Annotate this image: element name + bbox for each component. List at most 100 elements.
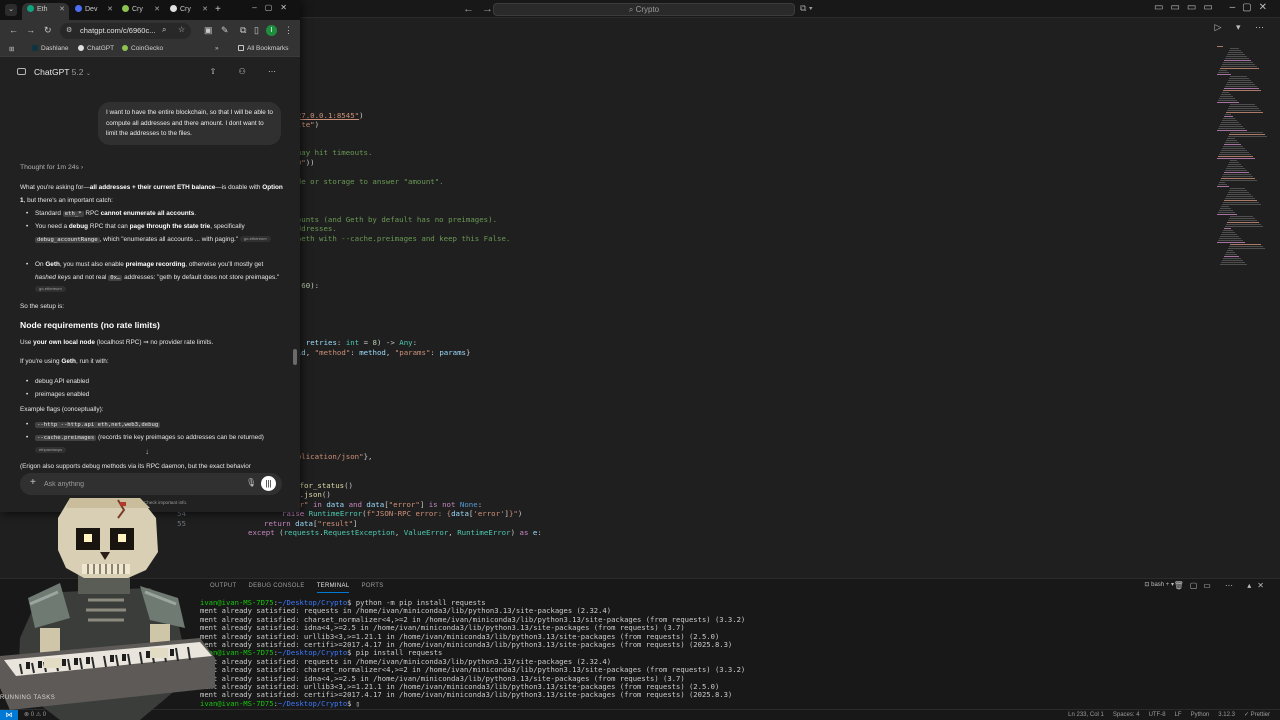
source-chip[interactable]: go-ethereum xyxy=(239,235,271,242)
browser-toolbar: ← → ↻ ⚙ chatgpt.com/c/6960c... ⌕ ☆ ▣ ✎ ⧉… xyxy=(0,20,300,42)
terminal-shell-label[interactable]: ⊡ bash + ▾ xyxy=(1144,581,1174,588)
minimap-line xyxy=(1227,166,1243,167)
tab-dev[interactable]: Dev ✕ xyxy=(70,3,117,20)
minimap-line xyxy=(1225,114,1231,115)
sidepanel-icon[interactable]: ▯ xyxy=(254,25,259,36)
minimap-line xyxy=(1223,146,1243,147)
tab-crypto-2[interactable]: Cry ✕ xyxy=(165,3,212,20)
new-tab-button[interactable]: + xyxy=(215,4,221,15)
panel-tabs: OUTPUT DEBUG CONSOLE TERMINAL PORTS xyxy=(210,581,384,593)
minimap-line xyxy=(1224,256,1239,257)
minimap-line xyxy=(1227,250,1233,251)
extension-icon[interactable]: ▣ xyxy=(204,25,213,36)
paragraph: So the setup is: xyxy=(20,303,65,310)
list-item: debug API enabled xyxy=(26,376,283,389)
minimap-line xyxy=(1218,72,1229,73)
minimap-line xyxy=(1229,190,1247,191)
plus-icon[interactable]: + xyxy=(30,477,36,488)
minimap-line xyxy=(1221,94,1231,95)
chevron-down-icon: ⌄ xyxy=(85,71,91,77)
minimap-line xyxy=(1218,128,1245,129)
language-mode[interactable]: Python xyxy=(1191,710,1210,720)
model-selector[interactable]: ChatGPT 5.2 ⌄ xyxy=(34,67,91,77)
thought-summary[interactable]: Thought for 1m 24s › xyxy=(20,164,83,171)
indentation[interactable]: Spaces: 4 xyxy=(1113,710,1140,720)
close-icon[interactable]: ✕ xyxy=(59,3,65,17)
sidebar-toggle-icon[interactable] xyxy=(17,68,26,75)
scroll-down-icon[interactable]: ↓ xyxy=(145,447,149,456)
line-endings[interactable]: LF xyxy=(1175,710,1182,720)
minimap-line xyxy=(1219,98,1235,99)
minimap-line xyxy=(1220,180,1257,181)
all-bookmarks[interactable]: All Bookmarks xyxy=(238,45,289,52)
minimap-line xyxy=(1221,206,1229,207)
address-bar[interactable]: ⚙ chatgpt.com/c/6960c... ⌕ ☆ xyxy=(60,23,191,39)
folder-icon xyxy=(238,45,244,51)
coingecko-icon xyxy=(122,45,128,51)
minimap-line xyxy=(1225,254,1237,255)
minimap-line xyxy=(1230,76,1247,77)
panel-actions[interactable]: 🗑▢▭ ⋯ ▴✕ xyxy=(1174,581,1270,590)
header-actions[interactable]: ⇧ ⚇ ⋯ xyxy=(210,67,286,76)
bookmark-star-icon[interactable]: ☆ xyxy=(178,25,185,34)
tab-ports[interactable]: PORTS xyxy=(361,581,383,593)
voice-mode-button[interactable]: ||| xyxy=(261,476,276,491)
run-controls[interactable]: ▷ ▾ ⋯ xyxy=(1215,22,1270,33)
close-icon[interactable]: ✕ xyxy=(107,3,113,17)
browser-window-controls[interactable]: –▢✕ xyxy=(252,3,295,12)
mic-icon[interactable]: 🎙 xyxy=(246,478,256,487)
minimap[interactable] xyxy=(1212,40,1280,280)
reload-icon[interactable]: ↻ xyxy=(44,25,52,36)
forward-icon[interactable]: → xyxy=(26,25,35,35)
minimap-line xyxy=(1228,108,1259,109)
minimap-line xyxy=(1223,174,1251,175)
scrollbar[interactable] xyxy=(293,349,297,365)
tab-debug-console[interactable]: DEBUG CONSOLE xyxy=(248,581,304,593)
minimap-line xyxy=(1229,134,1265,135)
minimap-line xyxy=(1223,118,1235,119)
minimap-line xyxy=(1223,202,1259,203)
encoding[interactable]: UTF-8 xyxy=(1149,710,1166,720)
tab-search-icon[interactable]: ⌄ xyxy=(5,4,17,16)
prettier-status[interactable]: ✓ Prettier xyxy=(1244,710,1270,720)
minimap-line xyxy=(1226,252,1235,253)
minimap-line xyxy=(1220,264,1247,265)
bookmark-chatgpt[interactable]: ChatGPT xyxy=(78,45,114,52)
source-chip[interactable]: go-ethereum xyxy=(35,286,66,293)
bookmark-dashlane[interactable]: Dashlane xyxy=(32,45,68,52)
copilot-icon[interactable]: ⧉ ▾ xyxy=(800,3,813,14)
python-version[interactable]: 3.12.3 xyxy=(1218,710,1235,720)
minimap-line xyxy=(1224,144,1241,145)
source-chip[interactable]: ethpandaops xyxy=(35,446,67,453)
command-center[interactable]: ⌕ Crypto xyxy=(493,3,795,16)
tab-eth[interactable]: Eth ✕ xyxy=(22,3,69,20)
minimap-line xyxy=(1226,168,1245,169)
close-icon[interactable]: ✕ xyxy=(202,3,208,17)
chatgpt-icon xyxy=(78,45,84,51)
search-icon[interactable]: ⌕ xyxy=(162,25,166,35)
puzzle-icon[interactable]: ⧉ xyxy=(240,25,246,36)
close-icon[interactable]: ✕ xyxy=(154,3,160,17)
user-message: I want to have the entire blockchain, so… xyxy=(98,102,281,145)
tab-label: Dev xyxy=(85,6,98,13)
site-info-icon[interactable]: ⚙ xyxy=(66,26,72,34)
apps-icon[interactable]: ⊞ xyxy=(9,45,14,53)
vscode-window-controls[interactable]: ▭▭▭▭ –▢✕ xyxy=(1154,2,1274,13)
menu-icon[interactable]: ⋮ xyxy=(284,25,293,36)
bookmark-coingecko[interactable]: CoinGecko xyxy=(122,45,163,52)
list-item: On Geth, you must also enable preimage r… xyxy=(26,259,283,297)
minimap-line xyxy=(1217,102,1239,103)
minimap-line xyxy=(1224,116,1233,117)
tab-label: Cry xyxy=(132,6,143,13)
tab-terminal[interactable]: TERMINAL xyxy=(316,581,350,593)
cursor-position[interactable]: Ln 233, Col 1 xyxy=(1068,710,1104,720)
minimap-line xyxy=(1217,46,1223,47)
list-item: Standard eth_* RPC cannot enumerate all … xyxy=(26,208,283,221)
back-icon[interactable]: ← xyxy=(9,25,18,35)
pen-icon[interactable]: ✎ xyxy=(221,25,229,36)
avatar[interactable]: I xyxy=(266,25,277,36)
chevron-right-icon[interactable]: » xyxy=(215,45,219,52)
minimap-line xyxy=(1219,126,1243,127)
minimap-line xyxy=(1226,112,1263,113)
tab-crypto-1[interactable]: Cry ✕ xyxy=(117,3,164,20)
